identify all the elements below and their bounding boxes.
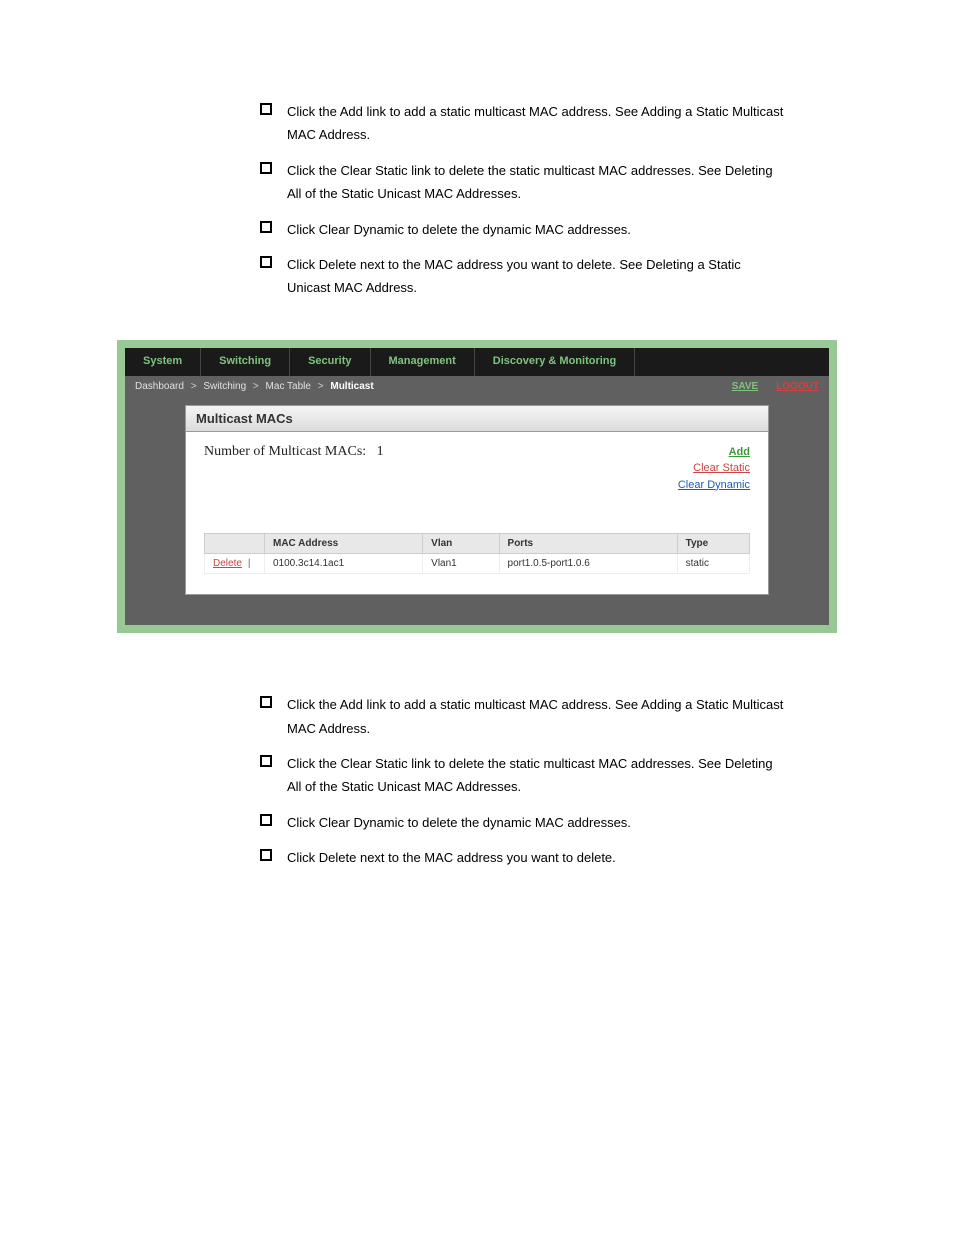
nav-system[interactable]: System xyxy=(125,348,201,376)
bullet-text: Click the Clear Static link to delete th… xyxy=(287,752,787,799)
breadcrumb: Dashboard > Switching > Mac Table > Mult… xyxy=(135,381,374,392)
bullet-item: Click the Clear Static link to delete th… xyxy=(260,159,894,206)
count-row: Number of Multicast MACs: 1 Add Clear St… xyxy=(204,444,750,494)
square-bullet-icon xyxy=(260,755,272,767)
table-header-ports: Ports xyxy=(499,534,677,554)
logout-link[interactable]: LOGOUT xyxy=(776,381,819,392)
bullet-text: Click Clear Dynamic to delete the dynami… xyxy=(287,218,631,241)
table-header-row: MAC Address Vlan Ports Type xyxy=(205,534,750,554)
bullet-item: Click the Clear Static link to delete th… xyxy=(260,752,894,799)
bullet-text: Click Clear Dynamic to delete the dynami… xyxy=(287,811,631,834)
doc-bullets-top: Click the Add link to add a static multi… xyxy=(260,100,894,300)
table-header-vlan: Vlan xyxy=(423,534,499,554)
panel-body: Number of Multicast MACs: 1 Add Clear St… xyxy=(185,432,769,596)
nav-management[interactable]: Management xyxy=(371,348,475,376)
embedded-screenshot: System Switching Security Management Dis… xyxy=(117,340,837,634)
bullet-text: Click Delete next to the MAC address you… xyxy=(287,253,787,300)
square-bullet-icon xyxy=(260,849,272,861)
clear-static-link[interactable]: Clear Static xyxy=(693,462,750,474)
square-bullet-icon xyxy=(260,696,272,708)
top-actions: SAVE LOGOUT xyxy=(732,381,819,392)
save-link[interactable]: SAVE xyxy=(732,381,759,392)
breadcrumb-sep: > xyxy=(191,381,197,392)
table-cell-action: Delete | xyxy=(205,554,265,574)
bullet-item: Click Clear Dynamic to delete the dynami… xyxy=(260,218,894,241)
nav-security[interactable]: Security xyxy=(290,348,370,376)
table-header-type: Type xyxy=(677,534,749,554)
breadcrumb-sep: > xyxy=(253,381,259,392)
bullet-item: Click Delete next to the MAC address you… xyxy=(260,846,894,869)
clear-dynamic-link[interactable]: Clear Dynamic xyxy=(678,479,750,491)
doc-bullets-bottom: Click the Add link to add a static multi… xyxy=(260,693,894,869)
breadcrumb-current: Multicast xyxy=(330,381,373,392)
breadcrumb-dashboard[interactable]: Dashboard xyxy=(135,381,184,392)
pipe-sep: | xyxy=(248,558,251,569)
table-cell-ports: port1.0.5-port1.0.6 xyxy=(499,554,677,574)
square-bullet-icon xyxy=(260,103,272,115)
mac-count-label: Number of Multicast MACs: xyxy=(204,444,366,459)
breadcrumb-sep: > xyxy=(318,381,324,392)
mac-count: Number of Multicast MACs: 1 xyxy=(204,444,384,460)
mac-count-value: 1 xyxy=(377,444,384,459)
table-cell-vlan: Vlan1 xyxy=(423,554,499,574)
main-panel: Multicast MACs Number of Multicast MACs:… xyxy=(125,397,829,626)
square-bullet-icon xyxy=(260,814,272,826)
breadcrumb-row: Dashboard > Switching > Mac Table > Mult… xyxy=(125,376,829,397)
nav-switching[interactable]: Switching xyxy=(201,348,290,376)
breadcrumb-mactable[interactable]: Mac Table xyxy=(266,381,311,392)
table-row: Delete | 0100.3c14.1ac1 Vlan1 port1.0.5-p… xyxy=(205,554,750,574)
nav-discovery[interactable]: Discovery & Monitoring xyxy=(475,348,635,376)
panel-title: Multicast MACs xyxy=(185,405,769,432)
main-nav: System Switching Security Management Dis… xyxy=(125,348,829,376)
bullet-text: Click Delete next to the MAC address you… xyxy=(287,846,616,869)
bullet-text: Click the Add link to add a static multi… xyxy=(287,100,787,147)
bullet-item: Click Clear Dynamic to delete the dynami… xyxy=(260,811,894,834)
bullet-item: Click the Add link to add a static multi… xyxy=(260,693,894,740)
square-bullet-icon xyxy=(260,256,272,268)
delete-link[interactable]: Delete xyxy=(213,558,242,569)
bullet-text: Click the Clear Static link to delete th… xyxy=(287,159,787,206)
table-cell-mac: 0100.3c14.1ac1 xyxy=(265,554,423,574)
square-bullet-icon xyxy=(260,221,272,233)
table-header-action xyxy=(205,534,265,554)
table-cell-type: static xyxy=(677,554,749,574)
table-header-mac: MAC Address xyxy=(265,534,423,554)
square-bullet-icon xyxy=(260,162,272,174)
bullet-text: Click the Add link to add a static multi… xyxy=(287,693,787,740)
bullet-item: Click the Add link to add a static multi… xyxy=(260,100,894,147)
breadcrumb-switching[interactable]: Switching xyxy=(203,381,246,392)
panel-actions: Add Clear Static Clear Dynamic xyxy=(678,444,750,494)
add-link[interactable]: Add xyxy=(729,446,750,458)
bullet-item: Click Delete next to the MAC address you… xyxy=(260,253,894,300)
mac-table: MAC Address Vlan Ports Type Delete | 0100… xyxy=(204,533,750,574)
